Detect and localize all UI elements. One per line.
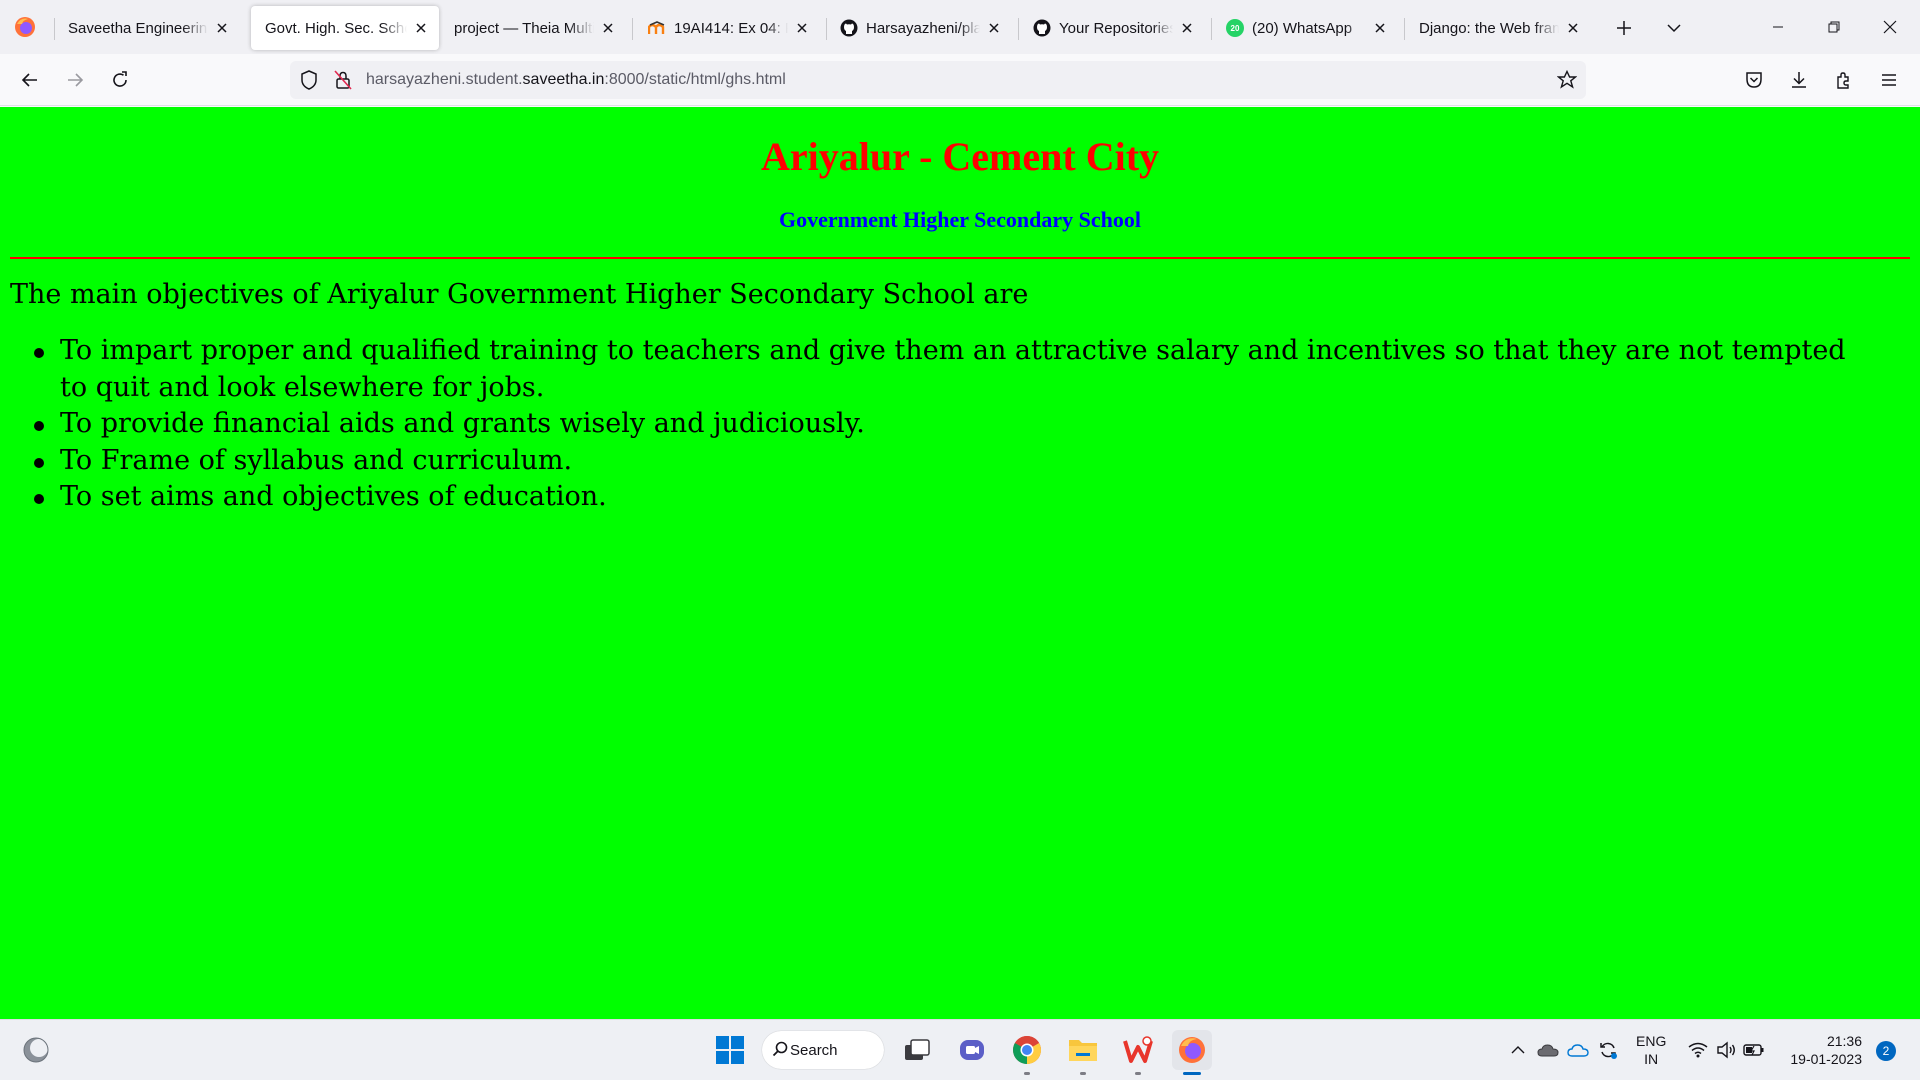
running-indicator bbox=[1080, 1072, 1086, 1075]
list-item: To set aims and objectives of education. bbox=[34, 479, 1870, 516]
tab-whatsapp[interactable]: 20 (20) WhatsApp bbox=[1212, 6, 1398, 50]
tab-theia[interactable]: project — Theia Multi-Language bbox=[440, 6, 626, 50]
tab-govt-school[interactable]: Govt. High. Sec. School bbox=[251, 6, 439, 50]
tab-github-placement[interactable]: Harsayazheni/placement bbox=[826, 6, 1012, 50]
url-path: :8000/static/html/ghs.html bbox=[604, 71, 786, 88]
address-bar[interactable]: harsayazheni.student.saveetha.in:8000/st… bbox=[290, 61, 1586, 99]
close-icon[interactable] bbox=[986, 20, 1002, 36]
tab-github-repositories[interactable]: Your Repositories bbox=[1019, 6, 1205, 50]
system-clock[interactable]: 21:36 19-01-2023 bbox=[1782, 1032, 1862, 1068]
list-all-tabs-icon[interactable] bbox=[1660, 14, 1688, 42]
firefox-taskbar-icon[interactable] bbox=[1172, 1030, 1212, 1070]
menu-icon[interactable] bbox=[1873, 64, 1905, 96]
url-prefix: harsayazheni.student. bbox=[366, 71, 523, 88]
whatsapp-icon: 20 bbox=[1226, 19, 1244, 37]
cloud-sync-icon[interactable] bbox=[1566, 1038, 1590, 1062]
widgets-icon[interactable] bbox=[16, 1030, 56, 1070]
page-subtitle: Government Higher Secondary School bbox=[779, 207, 1141, 232]
navigation-toolbar: harsayazheni.student.saveetha.in:8000/st… bbox=[0, 54, 1920, 106]
chrome-icon[interactable] bbox=[1007, 1030, 1047, 1070]
tab-title: Your Repositories bbox=[1059, 19, 1173, 37]
close-icon[interactable] bbox=[413, 20, 429, 36]
horizontal-rule bbox=[10, 257, 1910, 259]
notification-badge[interactable]: 2 bbox=[1876, 1041, 1896, 1061]
moodle-icon bbox=[648, 19, 666, 37]
show-hidden-icons-icon[interactable] bbox=[1506, 1038, 1530, 1062]
shield-icon[interactable] bbox=[298, 69, 320, 91]
tab-saveetha[interactable]: Saveetha Engineering College bbox=[54, 6, 240, 50]
list-item: To impart proper and qualified training … bbox=[34, 333, 1870, 406]
teams-chat-icon[interactable] bbox=[952, 1030, 992, 1070]
onedrive-icon[interactable] bbox=[1536, 1038, 1560, 1062]
downloads-icon[interactable] bbox=[1783, 64, 1815, 96]
taskbar: Search ENG IN 21:36 19-01-2023 2 bbox=[0, 1019, 1920, 1080]
wifi-icon[interactable] bbox=[1686, 1038, 1710, 1062]
file-explorer-icon[interactable] bbox=[1063, 1030, 1103, 1070]
tab-separator bbox=[632, 18, 633, 40]
tab-django[interactable]: Django: the Web framework bbox=[1405, 6, 1591, 50]
tab-title: project — Theia Multi-Language bbox=[454, 19, 594, 37]
url-text[interactable]: harsayazheni.student.saveetha.in:8000/st… bbox=[366, 71, 786, 89]
active-app-indicator bbox=[1183, 1072, 1201, 1075]
running-indicator bbox=[1024, 1072, 1030, 1075]
tab-moodle[interactable]: 19AI414: Ex 04: Placement bbox=[634, 6, 820, 50]
restore-icon[interactable] bbox=[1811, 8, 1857, 46]
search-label: Search bbox=[790, 1041, 838, 1059]
close-icon[interactable] bbox=[1372, 20, 1388, 36]
objectives-list: To impart proper and qualified training … bbox=[34, 333, 1870, 516]
list-item: To Frame of syllabus and curriculum. bbox=[34, 443, 1870, 480]
running-indicator bbox=[1135, 1072, 1141, 1075]
url-domain: saveetha.in bbox=[522, 71, 605, 88]
page-content: Ariyalur - Cement City Government Higher… bbox=[0, 107, 1920, 1019]
extensions-icon[interactable] bbox=[1828, 64, 1860, 96]
tab-separator bbox=[54, 18, 55, 40]
new-tab-icon[interactable] bbox=[1610, 14, 1638, 42]
close-icon[interactable] bbox=[794, 20, 810, 36]
insecure-lock-icon[interactable] bbox=[332, 69, 354, 91]
language-indicator[interactable]: ENG IN bbox=[1636, 1032, 1666, 1068]
close-icon[interactable] bbox=[214, 20, 230, 36]
forward-icon[interactable] bbox=[59, 64, 91, 96]
bookmark-star-icon[interactable] bbox=[1556, 69, 1578, 91]
tab-title: 19AI414: Ex 04: Placement bbox=[674, 19, 788, 37]
sync-icon[interactable] bbox=[1596, 1038, 1620, 1062]
github-icon bbox=[840, 19, 858, 37]
taskbar-search[interactable]: Search bbox=[762, 1031, 884, 1069]
page-title: Ariyalur - Cement City bbox=[760, 134, 1160, 179]
tab-title: Govt. High. Sec. School bbox=[265, 19, 407, 37]
list-item: To provide financial aids and grants wis… bbox=[34, 406, 1870, 443]
tab-title: (20) WhatsApp bbox=[1252, 19, 1353, 37]
window-close-icon[interactable] bbox=[1867, 8, 1913, 46]
volume-icon[interactable] bbox=[1714, 1038, 1738, 1062]
tab-strip: Saveetha Engineering College Govt. High.… bbox=[0, 0, 1920, 54]
firefox-icon[interactable] bbox=[12, 14, 38, 40]
language-code: ENG bbox=[1636, 1033, 1667, 1049]
back-icon[interactable] bbox=[14, 64, 46, 96]
close-icon[interactable] bbox=[600, 20, 616, 36]
reload-icon[interactable] bbox=[104, 64, 136, 96]
tab-title: Saveetha Engineering College bbox=[68, 19, 208, 37]
tab-title: Harsayazheni/placement bbox=[866, 19, 980, 37]
tab-title: Django: the Web framework bbox=[1419, 19, 1559, 37]
close-icon[interactable] bbox=[1565, 20, 1581, 36]
minimize-icon[interactable] bbox=[1755, 8, 1801, 46]
github-icon bbox=[1033, 19, 1051, 37]
pocket-icon[interactable] bbox=[1738, 64, 1770, 96]
clock-time: 21:36 bbox=[1826, 1033, 1862, 1049]
close-icon[interactable] bbox=[1179, 20, 1195, 36]
start-icon[interactable] bbox=[710, 1030, 750, 1070]
task-view-icon[interactable] bbox=[897, 1030, 937, 1070]
region-code: IN bbox=[1644, 1051, 1659, 1067]
wps-office-icon[interactable] bbox=[1118, 1030, 1158, 1070]
search-icon bbox=[772, 1041, 788, 1061]
battery-icon[interactable] bbox=[1742, 1038, 1766, 1062]
clock-date: 19-01-2023 bbox=[1790, 1051, 1862, 1067]
intro-paragraph: The main objectives of Ariyalur Governme… bbox=[10, 279, 1029, 310]
